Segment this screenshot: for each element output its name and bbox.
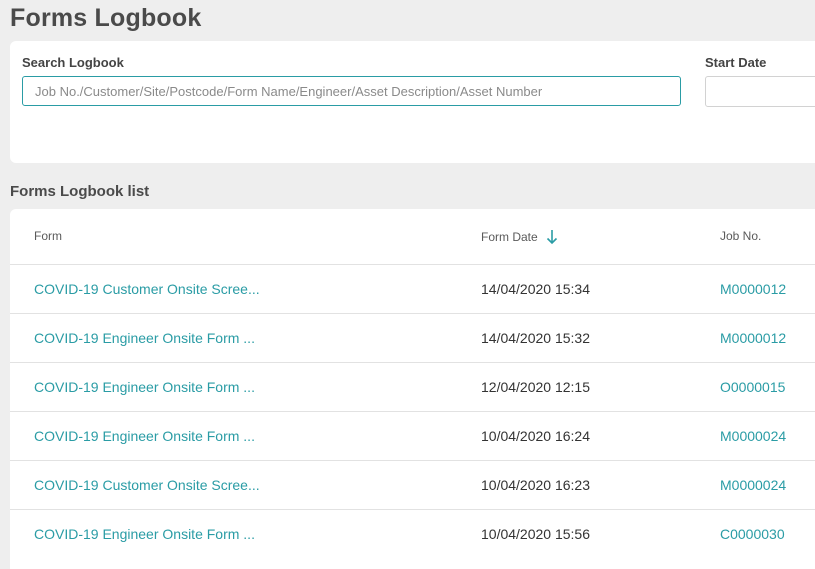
- arrow-down-icon[interactable]: [546, 229, 558, 245]
- form-date: 14/04/2020 15:34: [481, 281, 590, 297]
- form-date: 10/04/2020 16:24: [481, 428, 590, 444]
- table-row: COVID-19 Engineer Onsite Form ... 12/04/…: [10, 362, 815, 412]
- table-row: COVID-19 Customer Onsite Scree... 10/04/…: [10, 460, 815, 510]
- column-header-job-no[interactable]: Job No.: [720, 229, 761, 243]
- job-number-link[interactable]: C0000030: [720, 526, 785, 542]
- table-row: COVID-19 Engineer Onsite Form ... 14/04/…: [10, 313, 815, 363]
- table-row: COVID-19 Customer Onsite Scree... 14/04/…: [10, 264, 815, 314]
- form-date: 14/04/2020 15:32: [481, 330, 590, 346]
- form-link[interactable]: COVID-19 Customer Onsite Scree...: [34, 281, 260, 297]
- column-header-form-date[interactable]: Form Date: [481, 229, 558, 245]
- form-date: 10/04/2020 16:23: [481, 477, 590, 493]
- table-row: COVID-19 Engineer Onsite Form ... 10/04/…: [10, 411, 815, 461]
- job-number-link[interactable]: M0000024: [720, 477, 786, 493]
- job-number-link[interactable]: O0000015: [720, 379, 785, 395]
- form-date: 10/04/2020 15:56: [481, 526, 590, 542]
- form-link[interactable]: COVID-19 Engineer Onsite Form ...: [34, 330, 255, 346]
- search-panel: Search Logbook Start Date: [10, 41, 815, 163]
- form-link[interactable]: COVID-19 Customer Onsite Scree...: [34, 477, 260, 493]
- column-header-job-no-label: Job No.: [720, 229, 762, 243]
- column-header-form-label: Form: [34, 229, 62, 243]
- page-title: Forms Logbook: [10, 4, 202, 32]
- table-row: COVID-19 Engineer Onsite Form ... 10/04/…: [10, 509, 815, 559]
- form-link[interactable]: COVID-19 Engineer Onsite Form ...: [34, 526, 255, 542]
- job-number-link[interactable]: M0000024: [720, 428, 786, 444]
- column-header-form[interactable]: Form: [34, 229, 62, 243]
- logbook-table: Form Form Date Job No. COVID-19 Customer…: [10, 209, 815, 569]
- form-link[interactable]: COVID-19 Engineer Onsite Form ...: [34, 379, 255, 395]
- form-date: 12/04/2020 12:15: [481, 379, 590, 395]
- search-logbook-label: Search Logbook: [22, 55, 124, 70]
- column-header-form-date-label: Form Date: [481, 230, 538, 244]
- start-date-label: Start Date: [705, 55, 767, 70]
- search-input[interactable]: [22, 76, 681, 106]
- start-date-input[interactable]: [705, 76, 815, 107]
- form-link[interactable]: COVID-19 Engineer Onsite Form ...: [34, 428, 255, 444]
- job-number-link[interactable]: M0000012: [720, 330, 786, 346]
- job-number-link[interactable]: M0000012: [720, 281, 786, 297]
- list-title: Forms Logbook list: [10, 183, 150, 200]
